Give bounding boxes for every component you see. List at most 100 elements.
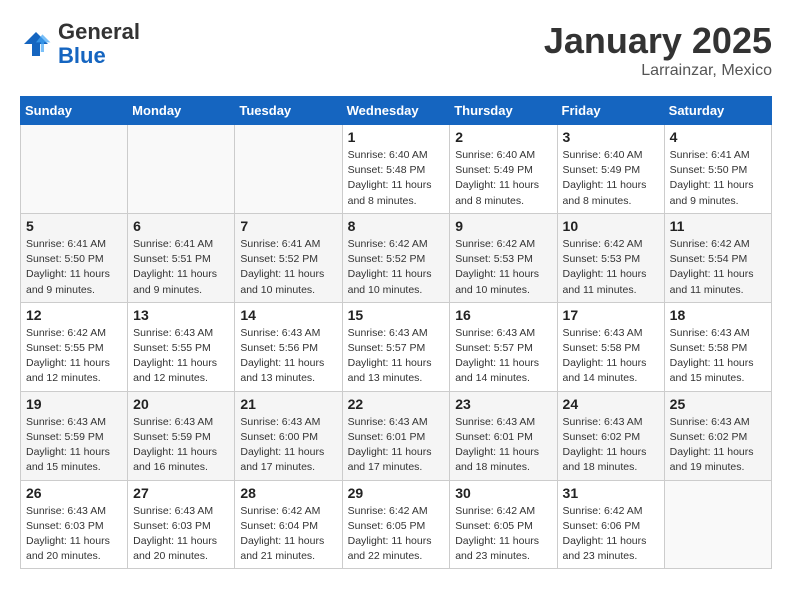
calendar-cell: 1 Sunrise: 6:40 AMSunset: 5:48 PMDaylight… xyxy=(342,125,450,214)
day-info: Sunrise: 6:43 AMSunset: 5:59 PMDaylight:… xyxy=(26,415,122,476)
day-info: Sunrise: 6:42 AMSunset: 6:05 PMDaylight:… xyxy=(455,504,551,565)
calendar-cell xyxy=(235,125,342,214)
day-info: Sunrise: 6:43 AMSunset: 6:02 PMDaylight:… xyxy=(670,415,766,476)
calendar-cell: 8Sunrise: 6:42 AMSunset: 5:52 PMDaylight… xyxy=(342,213,450,302)
day-info: Sunrise: 6:43 AMSunset: 6:01 PMDaylight:… xyxy=(348,415,445,476)
day-number: 11 xyxy=(670,218,766,234)
calendar-cell: 17Sunrise: 6:43 AMSunset: 5:58 PMDayligh… xyxy=(557,302,664,391)
day-number: 28 xyxy=(240,485,336,501)
day-info: Sunrise: 6:43 AMSunset: 6:03 PMDaylight:… xyxy=(133,504,229,565)
day-number: 6 xyxy=(133,218,229,234)
day-number: 12 xyxy=(26,307,122,323)
day-info: Sunrise: 6:40 AMSunset: 5:48 PMDaylight:… xyxy=(348,148,445,209)
calendar-cell: 18 Sunrise: 6:43 AMSunset: 5:58 PMDayligh… xyxy=(664,302,771,391)
title-block: January 2025 Larrainzar, Mexico xyxy=(544,20,772,80)
calendar-cell: 15 Sunrise: 6:43 AMSunset: 5:57 PMDayligh… xyxy=(342,302,450,391)
day-number: 8 xyxy=(348,218,445,234)
logo-icon xyxy=(20,28,52,60)
calendar-cell: 29 Sunrise: 6:42 AMSunset: 6:05 PMDayligh… xyxy=(342,480,450,569)
day-info: Sunrise: 6:43 AMSunset: 5:59 PMDaylight:… xyxy=(133,415,229,476)
calendar-cell: 23Sunrise: 6:43 AMSunset: 6:01 PMDayligh… xyxy=(450,391,557,480)
day-number: 26 xyxy=(26,485,122,501)
day-number: 7 xyxy=(240,218,336,234)
day-info: Sunrise: 6:41 AMSunset: 5:50 PMDaylight:… xyxy=(670,148,766,209)
calendar-week-row: 26 Sunrise: 6:43 AMSunset: 6:03 PMDayligh… xyxy=(21,480,772,569)
day-number: 2 xyxy=(455,129,551,145)
day-number: 30 xyxy=(455,485,551,501)
calendar-cell xyxy=(664,480,771,569)
location-subtitle: Larrainzar, Mexico xyxy=(544,62,772,80)
day-number: 19 xyxy=(26,396,122,412)
calendar-cell: 16Sunrise: 6:43 AMSunset: 5:57 PMDayligh… xyxy=(450,302,557,391)
day-info: Sunrise: 6:41 AMSunset: 5:51 PMDaylight:… xyxy=(133,237,229,298)
day-number: 15 xyxy=(348,307,445,323)
weekday-header-saturday: Saturday xyxy=(664,97,771,125)
calendar-cell: 2 Sunrise: 6:40 AMSunset: 5:49 PMDaylight… xyxy=(450,125,557,214)
logo: General Blue xyxy=(20,20,140,68)
calendar-cell: 25 Sunrise: 6:43 AMSunset: 6:02 PMDayligh… xyxy=(664,391,771,480)
day-info: Sunrise: 6:42 AMSunset: 5:53 PMDaylight:… xyxy=(563,237,659,298)
calendar-table: SundayMondayTuesdayWednesdayThursdayFrid… xyxy=(20,96,772,569)
day-number: 13 xyxy=(133,307,229,323)
day-number: 25 xyxy=(670,396,766,412)
calendar-cell: 9Sunrise: 6:42 AMSunset: 5:53 PMDaylight… xyxy=(450,213,557,302)
day-info: Sunrise: 6:42 AMSunset: 5:55 PMDaylight:… xyxy=(26,326,122,387)
day-info: Sunrise: 6:41 AMSunset: 5:52 PMDaylight:… xyxy=(240,237,336,298)
weekday-header-tuesday: Tuesday xyxy=(235,97,342,125)
day-number: 5 xyxy=(26,218,122,234)
calendar-cell xyxy=(21,125,128,214)
day-info: Sunrise: 6:42 AMSunset: 5:53 PMDaylight:… xyxy=(455,237,551,298)
day-info: Sunrise: 6:43 AMSunset: 6:02 PMDaylight:… xyxy=(563,415,659,476)
day-number: 4 xyxy=(670,129,766,145)
day-info: Sunrise: 6:40 AMSunset: 5:49 PMDaylight:… xyxy=(455,148,551,209)
calendar-cell: 11Sunrise: 6:42 AMSunset: 5:54 PMDayligh… xyxy=(664,213,771,302)
day-number: 18 xyxy=(670,307,766,323)
logo-blue: Blue xyxy=(58,43,106,68)
weekday-header-monday: Monday xyxy=(128,97,235,125)
day-number: 29 xyxy=(348,485,445,501)
day-number: 16 xyxy=(455,307,551,323)
day-info: Sunrise: 6:43 AMSunset: 5:58 PMDaylight:… xyxy=(670,326,766,387)
day-number: 14 xyxy=(240,307,336,323)
day-info: Sunrise: 6:40 AMSunset: 5:49 PMDaylight:… xyxy=(563,148,659,209)
day-number: 3 xyxy=(563,129,659,145)
calendar-cell xyxy=(128,125,235,214)
calendar-cell: 3 Sunrise: 6:40 AMSunset: 5:49 PMDaylight… xyxy=(557,125,664,214)
month-title: January 2025 xyxy=(544,20,772,62)
day-number: 20 xyxy=(133,396,229,412)
calendar-cell: 14Sunrise: 6:43 AMSunset: 5:56 PMDayligh… xyxy=(235,302,342,391)
calendar-cell: 28Sunrise: 6:42 AMSunset: 6:04 PMDayligh… xyxy=(235,480,342,569)
day-number: 24 xyxy=(563,396,659,412)
calendar-week-row: 1 Sunrise: 6:40 AMSunset: 5:48 PMDaylight… xyxy=(21,125,772,214)
weekday-header-sunday: Sunday xyxy=(21,97,128,125)
day-info: Sunrise: 6:43 AMSunset: 5:57 PMDaylight:… xyxy=(348,326,445,387)
weekday-header-friday: Friday xyxy=(557,97,664,125)
calendar-cell: 22Sunrise: 6:43 AMSunset: 6:01 PMDayligh… xyxy=(342,391,450,480)
weekday-header-thursday: Thursday xyxy=(450,97,557,125)
day-info: Sunrise: 6:43 AMSunset: 6:03 PMDaylight:… xyxy=(26,504,122,565)
day-info: Sunrise: 6:43 AMSunset: 6:00 PMDaylight:… xyxy=(240,415,336,476)
calendar-cell: 13 Sunrise: 6:43 AMSunset: 5:55 PMDayligh… xyxy=(128,302,235,391)
day-number: 17 xyxy=(563,307,659,323)
calendar-cell: 5 Sunrise: 6:41 AMSunset: 5:50 PMDaylight… xyxy=(21,213,128,302)
calendar-cell: 30 Sunrise: 6:42 AMSunset: 6:05 PMDayligh… xyxy=(450,480,557,569)
day-number: 21 xyxy=(240,396,336,412)
calendar-cell: 31Sunrise: 6:42 AMSunset: 6:06 PMDayligh… xyxy=(557,480,664,569)
calendar-cell: 4 Sunrise: 6:41 AMSunset: 5:50 PMDaylight… xyxy=(664,125,771,214)
day-info: Sunrise: 6:41 AMSunset: 5:50 PMDaylight:… xyxy=(26,237,122,298)
calendar-week-row: 19 Sunrise: 6:43 AMSunset: 5:59 PMDayligh… xyxy=(21,391,772,480)
calendar-cell: 27 Sunrise: 6:43 AMSunset: 6:03 PMDayligh… xyxy=(128,480,235,569)
page-header: General Blue January 2025 Larrainzar, Me… xyxy=(20,20,772,80)
calendar-cell: 10 Sunrise: 6:42 AMSunset: 5:53 PMDayligh… xyxy=(557,213,664,302)
day-number: 27 xyxy=(133,485,229,501)
calendar-cell: 6 Sunrise: 6:41 AMSunset: 5:51 PMDaylight… xyxy=(128,213,235,302)
logo-text: General Blue xyxy=(58,20,140,68)
day-number: 23 xyxy=(455,396,551,412)
day-info: Sunrise: 6:43 AMSunset: 5:55 PMDaylight:… xyxy=(133,326,229,387)
calendar-cell: 20 Sunrise: 6:43 AMSunset: 5:59 PMDayligh… xyxy=(128,391,235,480)
day-number: 1 xyxy=(348,129,445,145)
calendar-week-row: 5 Sunrise: 6:41 AMSunset: 5:50 PMDaylight… xyxy=(21,213,772,302)
day-info: Sunrise: 6:42 AMSunset: 6:05 PMDaylight:… xyxy=(348,504,445,565)
calendar-cell: 26 Sunrise: 6:43 AMSunset: 6:03 PMDayligh… xyxy=(21,480,128,569)
day-number: 10 xyxy=(563,218,659,234)
